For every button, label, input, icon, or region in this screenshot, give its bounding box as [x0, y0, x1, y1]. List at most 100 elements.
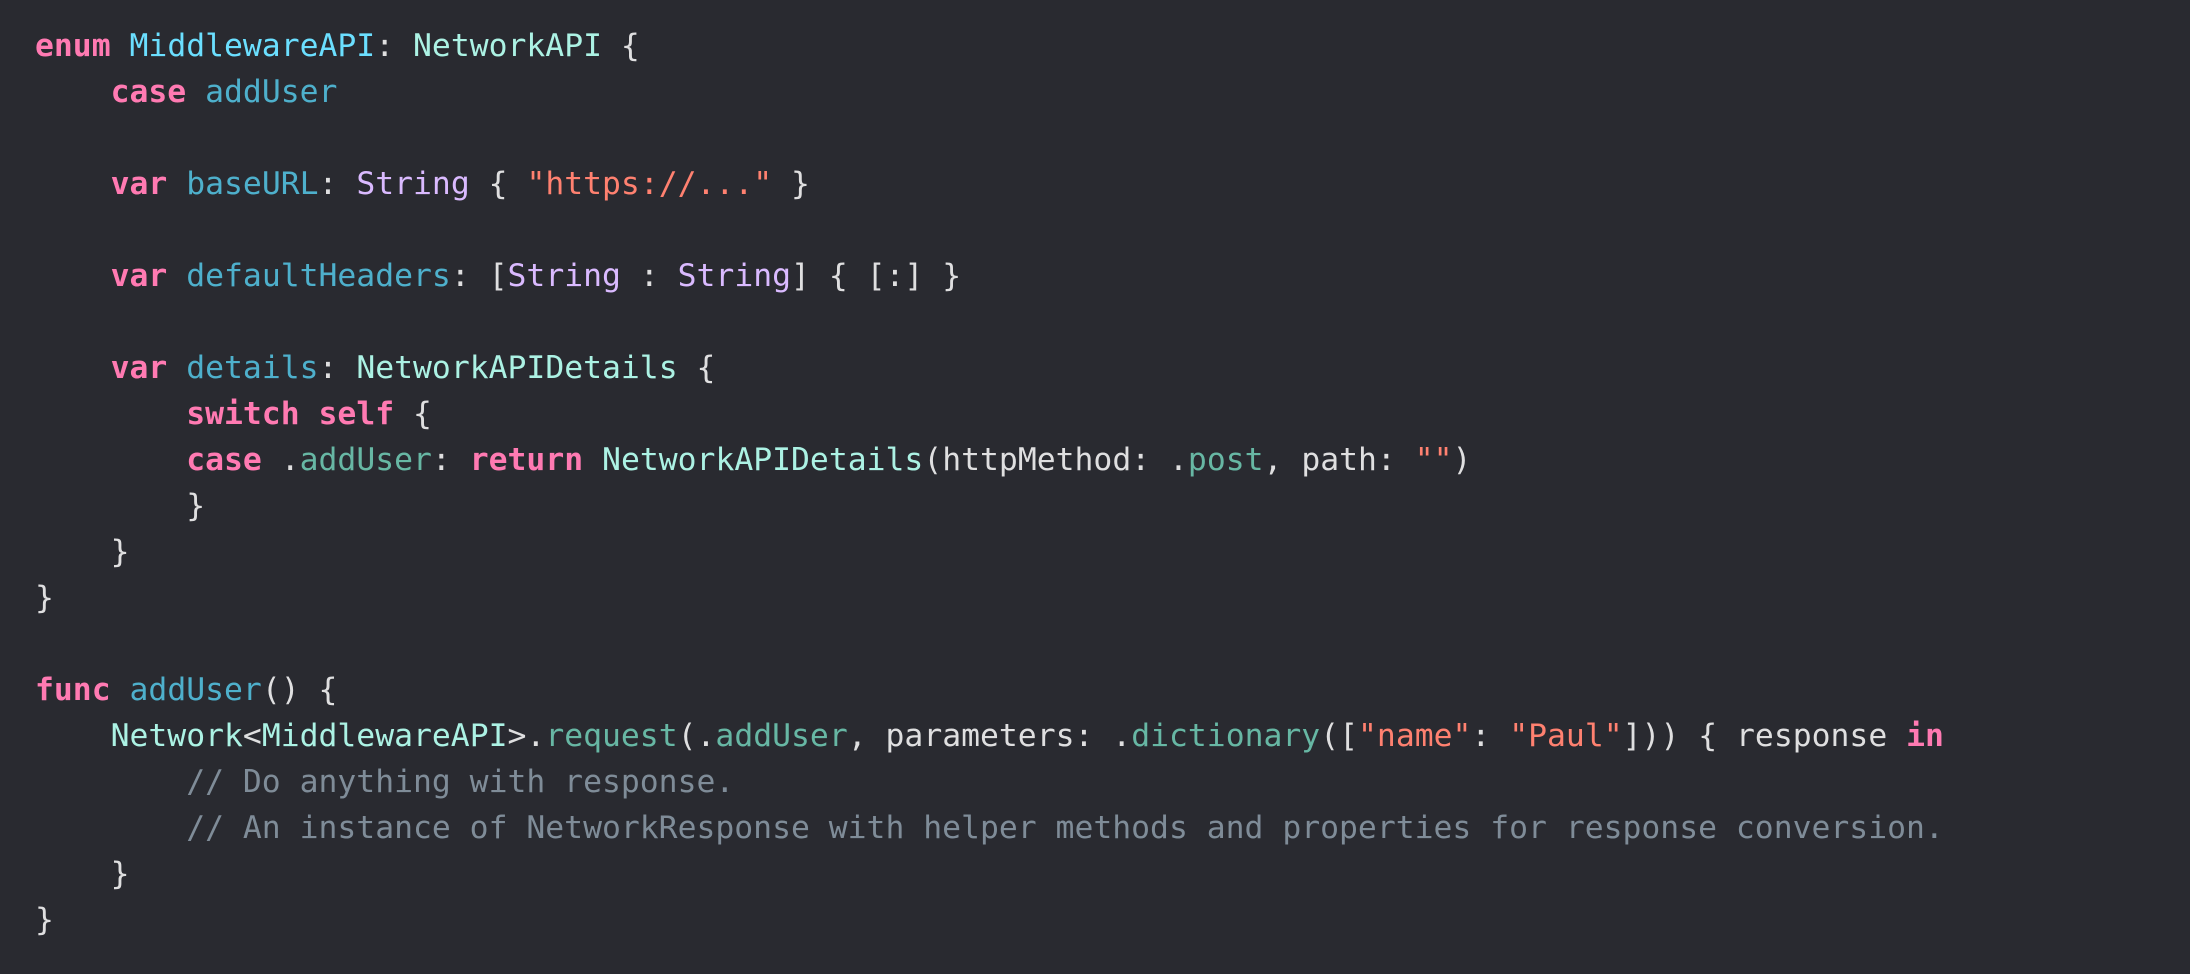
code-keyword: var [110, 350, 168, 386]
code-token: defaultHeaders [186, 258, 451, 294]
code-line: // An instance of NetworkResponse with h… [35, 805, 1944, 851]
code-token: NetworkAPIDetails [356, 350, 678, 386]
code-keyword: self [318, 396, 395, 432]
code-token: addUser [299, 442, 432, 478]
code-token: NetworkAPIDetails [602, 442, 924, 478]
code-comment: // An instance of NetworkResponse with h… [186, 810, 1944, 846]
code-line: } [35, 575, 1944, 621]
code-token: ) [1452, 442, 1472, 478]
code-token: addUser [205, 74, 338, 110]
code-token: MiddlewareAPI [129, 28, 376, 64]
code-token: (. [677, 718, 716, 754]
code-line: } [35, 851, 1944, 897]
code-token: post [1187, 442, 1264, 478]
code-token: : [375, 28, 414, 64]
code-token: } [35, 902, 54, 938]
code-token: addUser [129, 672, 262, 708]
code-line: func addUser() { [35, 667, 1944, 713]
code-token: { [602, 28, 640, 64]
code-token: String [507, 258, 621, 294]
code-token: () { [261, 672, 338, 708]
code-comment: // Do anything with response. [186, 764, 735, 800]
code-token: { [677, 350, 716, 386]
code-token: } [35, 856, 130, 892]
code-keyword: var [110, 166, 168, 202]
code-editor[interactable]: enum MiddlewareAPI: NetworkAPI { case ad… [0, 0, 2190, 974]
code-line: switch self { [35, 391, 1944, 437]
code-token: } [35, 580, 54, 616]
code-token: details [186, 350, 319, 386]
code-token: } [35, 534, 130, 570]
code-token: addUser [715, 718, 848, 754]
code-token: : [ [450, 258, 508, 294]
code-keyword: case [110, 74, 187, 110]
code-token: : [431, 442, 470, 478]
code-token: request [545, 718, 678, 754]
code-line: case .addUser: return NetworkAPIDetails(… [35, 437, 1944, 483]
code-token: . [261, 442, 300, 478]
code-token: , parameters: . [847, 718, 1132, 754]
code-line: var defaultHeaders: [String : String] { … [35, 253, 1944, 299]
code-keyword: case [186, 442, 262, 478]
code-token: String [356, 166, 470, 202]
code-keyword: func [35, 672, 111, 708]
code-token: String [677, 258, 792, 294]
code-keyword: return [469, 442, 584, 478]
code-line: case addUser [35, 69, 1944, 115]
code-line: } [35, 897, 1944, 943]
code-token: : [318, 350, 357, 386]
code-token: { [469, 166, 527, 202]
code-token: NetworkAPI [413, 28, 603, 64]
code-token: Network [110, 718, 243, 754]
code-token: >. [507, 718, 546, 754]
code-token: MiddlewareAPI [261, 718, 508, 754]
code-line: enum MiddlewareAPI: NetworkAPI { [35, 23, 1944, 69]
code-token: } [35, 488, 206, 524]
code-token: dictionary [1131, 718, 1321, 754]
code-token: (httpMethod: . [923, 442, 1188, 478]
code-token: , path: [1263, 442, 1415, 478]
code-token: baseURL [186, 166, 319, 202]
code-keyword: enum [35, 28, 111, 64]
code-line: } [35, 483, 1944, 529]
code-line: // Do anything with response. [35, 759, 1944, 805]
code-string: "Paul" [1509, 718, 1623, 754]
code-string: "name" [1358, 718, 1472, 754]
code-token: ([ [1320, 718, 1359, 754]
code-keyword: var [110, 258, 168, 294]
code-token: : [620, 258, 678, 294]
source-code[interactable]: enum MiddlewareAPI: NetworkAPI { case ad… [35, 23, 1944, 943]
code-line: var details: NetworkAPIDetails { [35, 345, 1944, 391]
code-line: Network<MiddlewareAPI>.request(.addUser,… [35, 713, 1944, 759]
code-line: var baseURL: String { "https://..." } [35, 161, 1944, 207]
code-keyword: in [1906, 718, 1944, 754]
code-token: } [772, 166, 810, 202]
code-string: "" [1414, 442, 1453, 478]
code-token: : [1471, 718, 1510, 754]
code-line: } [35, 529, 1944, 575]
code-token: : [318, 166, 357, 202]
code-token: < [242, 718, 262, 754]
code-token: { [394, 396, 432, 432]
code-string: "https://..." [526, 166, 773, 202]
